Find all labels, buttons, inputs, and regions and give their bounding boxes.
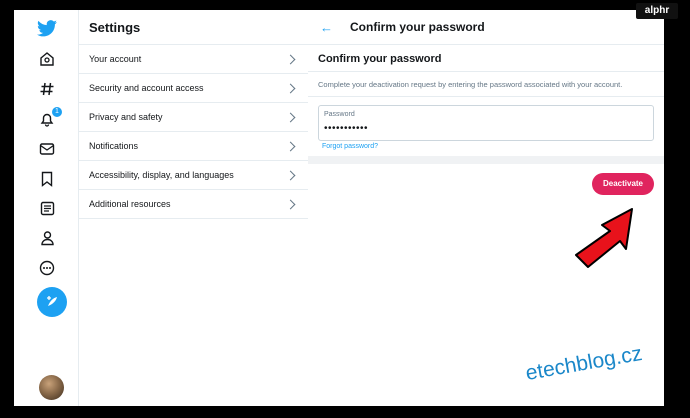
settings-item-label: Additional resources	[89, 199, 171, 209]
settings-item-additional-resources[interactable]: Additional resources	[79, 190, 308, 219]
password-label: Password	[324, 111, 355, 118]
home-icon[interactable]	[34, 46, 60, 72]
alphr-logo: alphr	[636, 3, 678, 19]
page-title: Confirm your password	[350, 20, 485, 34]
chevron-right-icon	[285, 199, 296, 209]
bookmark-icon[interactable]	[34, 166, 60, 192]
settings-item-security[interactable]: Security and account access	[79, 74, 308, 103]
notification-badge: 1	[52, 107, 62, 117]
back-arrow-icon[interactable]: ←	[320, 21, 334, 34]
avatar[interactable]	[39, 375, 64, 400]
chevron-right-icon	[285, 112, 296, 122]
settings-item-accessibility[interactable]: Accessibility, display, and languages	[79, 161, 308, 190]
section-divider	[308, 156, 664, 164]
compose-tweet-button[interactable]	[37, 287, 67, 317]
settings-item-label: Accessibility, display, and languages	[89, 170, 234, 180]
deactivate-button[interactable]: Deactivate	[592, 173, 654, 195]
settings-item-privacy[interactable]: Privacy and safety	[79, 103, 308, 132]
chevron-right-icon	[285, 170, 296, 180]
settings-item-label: Privacy and safety	[89, 112, 163, 122]
mail-icon[interactable]	[34, 136, 60, 162]
settings-column: Settings Your account Security and accou…	[78, 10, 309, 406]
red-arrow-icon	[575, 208, 633, 268]
left-nav: 1	[14, 10, 78, 406]
password-field[interactable]: Password •••••••••••	[318, 105, 654, 141]
deactivation-description: Complete your deactivation request by en…	[308, 72, 664, 97]
chevron-right-icon	[285, 141, 296, 151]
panel-header: ← Confirm your password	[308, 10, 664, 45]
more-icon[interactable]	[34, 255, 60, 281]
twitter-bird-icon[interactable]	[34, 15, 60, 41]
profile-icon[interactable]	[34, 225, 60, 251]
chevron-right-icon	[285, 83, 296, 93]
forgot-password-link[interactable]: Forgot password?	[322, 143, 378, 150]
settings-title: Settings	[79, 10, 308, 45]
hashtag-icon[interactable]	[34, 76, 60, 102]
password-value: •••••••••••	[324, 123, 369, 134]
settings-item-label: Security and account access	[89, 83, 204, 93]
settings-item-your-account[interactable]: Your account	[79, 45, 308, 74]
twitter-window: 1 Settings Your account Security and acc…	[14, 10, 664, 406]
settings-item-label: Your account	[89, 54, 142, 64]
settings-item-notifications[interactable]: Notifications	[79, 132, 308, 161]
section-title: Confirm your password	[308, 45, 664, 72]
list-icon[interactable]	[34, 195, 60, 221]
feather-plus-icon	[47, 296, 57, 306]
settings-item-label: Notifications	[89, 141, 139, 151]
chevron-right-icon	[285, 54, 296, 64]
